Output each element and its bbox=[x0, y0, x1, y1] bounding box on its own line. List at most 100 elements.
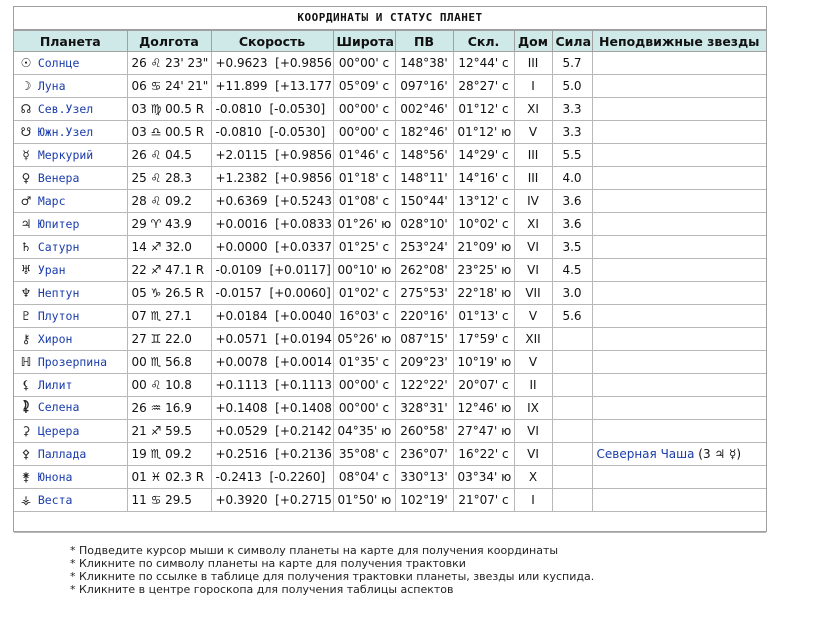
planet-cell: ⚷ Хирон bbox=[14, 327, 128, 351]
col-header-latitude: Широта bbox=[332, 30, 396, 52]
house-cell: X bbox=[513, 465, 553, 489]
planet-link[interactable]: Сев.Узел bbox=[38, 102, 93, 116]
declination-cell: 23°25' ю bbox=[452, 258, 515, 282]
house-cell: I bbox=[513, 74, 553, 98]
longitude-cell: 14 ♐ 32.0 bbox=[126, 235, 212, 259]
strength-cell: 5.6 bbox=[551, 304, 593, 328]
planet-cell: ℍ Прозерпина bbox=[14, 350, 128, 374]
planet-link[interactable]: Сатурн bbox=[38, 240, 80, 254]
table-row: ☿ Меркурий 26 ♌ 04.5 +2.0115 [+0.9856] 01°4… bbox=[14, 143, 766, 167]
table-row: ♄ Сатурн 14 ♐ 32.0 +0.0000 [+0.0337] 01°25'… bbox=[14, 235, 766, 259]
house-cell: III bbox=[513, 166, 553, 190]
declination-cell: 14°29' с bbox=[452, 143, 515, 167]
planet-link[interactable]: Юпитер bbox=[38, 217, 80, 231]
planet-link[interactable]: Хирон bbox=[38, 332, 73, 346]
planet-cell: ☽ Луна bbox=[14, 74, 128, 98]
table-row: ⚵ Юнона 01 ♓ 02.3 R -0.2413 [-0.2260] 08°04… bbox=[14, 465, 766, 489]
declination-cell: 21°07' с bbox=[452, 488, 515, 512]
fixed-stars-cell bbox=[591, 281, 766, 305]
planet-link[interactable]: Селена bbox=[38, 400, 80, 414]
strength-cell bbox=[551, 419, 593, 443]
strength-cell: 4.5 bbox=[551, 258, 593, 282]
planet-link[interactable]: Прозерпина bbox=[38, 355, 107, 369]
speed-cell: -0.0810 [-0.0530] bbox=[210, 97, 334, 121]
strength-cell: 3.6 bbox=[551, 189, 593, 213]
planet-table: Планета Долгота Скорость Широта ПВ Скл. … bbox=[14, 30, 766, 533]
speed-cell: +0.9623 [+0.9856] bbox=[210, 51, 334, 75]
table-row: ⯝ Селена 26 ♒ 16.9 +0.1408 [+0.1408] 00°00'… bbox=[14, 396, 766, 420]
neptune-icon: ♆ bbox=[20, 286, 32, 300]
ra-cell: 236°07' bbox=[394, 442, 454, 466]
declination-cell: 21°09' ю bbox=[452, 235, 515, 259]
longitude-cell: 25 ♌ 28.3 bbox=[126, 166, 212, 190]
saturn-icon: ♄ bbox=[20, 240, 32, 254]
longitude-cell: 00 ♏ 56.8 bbox=[126, 350, 212, 374]
longitude-cell: 29 ♈ 43.9 bbox=[126, 212, 212, 236]
planet-link[interactable]: Марс bbox=[38, 194, 66, 208]
latitude-cell: 01°50' ю bbox=[332, 488, 396, 512]
note-line: * Кликните в центре гороскопа для получе… bbox=[70, 583, 454, 596]
strength-cell: 3.0 bbox=[551, 281, 593, 305]
declination-cell: 01°12' с bbox=[452, 97, 515, 121]
house-cell: I bbox=[513, 488, 553, 512]
house-cell: IV bbox=[513, 189, 553, 213]
declination-cell: 12°46' ю bbox=[452, 396, 515, 420]
planet-cell: ⯝ Селена bbox=[14, 396, 128, 420]
speed-cell: +0.0078 [+0.0014] bbox=[210, 350, 334, 374]
strength-cell: 3.5 bbox=[551, 235, 593, 259]
planet-link[interactable]: Веста bbox=[38, 493, 73, 507]
planet-link[interactable]: Паллада bbox=[38, 447, 86, 461]
declination-cell: 10°02' с bbox=[452, 212, 515, 236]
planet-link[interactable]: Венера bbox=[38, 171, 80, 185]
speed-cell: -0.2413 [-0.2260] bbox=[210, 465, 334, 489]
table-row: ♆ Нептун 05 ♑ 26.5 R -0.0157 [+0.0060] 01°0… bbox=[14, 281, 766, 305]
help-notes: * Подведите курсор мыши к символу планет… bbox=[70, 544, 594, 596]
planet-link[interactable]: Нептун bbox=[38, 286, 80, 300]
speed-cell: -0.0810 [-0.0530] bbox=[210, 120, 334, 144]
ra-cell: 275°53' bbox=[394, 281, 454, 305]
planet-link[interactable]: Юнона bbox=[38, 470, 73, 484]
latitude-cell: 01°35' с bbox=[332, 350, 396, 374]
planet-link[interactable]: Солнце bbox=[38, 56, 80, 70]
planet-link[interactable]: Лилит bbox=[38, 378, 73, 392]
longitude-cell: 26 ♒ 16.9 bbox=[126, 396, 212, 420]
ra-cell: 148°56' bbox=[394, 143, 454, 167]
planet-link[interactable]: Плутон bbox=[38, 309, 80, 323]
declination-cell: 14°16' с bbox=[452, 166, 515, 190]
declination-cell: 22°18' ю bbox=[452, 281, 515, 305]
strength-cell: 5.7 bbox=[551, 51, 593, 75]
fixed-stars-cell bbox=[591, 97, 766, 121]
uranus-icon: ♅ bbox=[20, 263, 32, 277]
ceres-icon: ⚳ bbox=[21, 424, 31, 438]
fixed-stars-cell bbox=[591, 189, 766, 213]
planet-link[interactable]: Меркурий bbox=[38, 148, 93, 162]
planet-link[interactable]: Луна bbox=[38, 79, 66, 93]
ra-cell: 150°44' bbox=[394, 189, 454, 213]
planet-link[interactable]: Церера bbox=[38, 424, 80, 438]
mars-icon: ♂ bbox=[20, 194, 32, 208]
speed-cell: +0.1408 [+0.1408] bbox=[210, 396, 334, 420]
fixed-stars-cell bbox=[591, 373, 766, 397]
speed-cell: +0.1113 [+0.1113] bbox=[210, 373, 334, 397]
declination-cell: 12°44' с bbox=[452, 51, 515, 75]
planet-link[interactable]: Южн.Узел bbox=[38, 125, 93, 139]
table-row: ♇ Плутон 07 ♏ 27.1 +0.0184 [+0.0040] 16°03'… bbox=[14, 304, 766, 328]
col-header-planet: Планета bbox=[14, 30, 128, 52]
longitude-cell: 19 ♏ 09.2 bbox=[126, 442, 212, 466]
planet-cell: ⚶ Веста bbox=[14, 488, 128, 512]
selena-icon: ⯝ bbox=[22, 399, 30, 414]
latitude-cell: 01°08' с bbox=[332, 189, 396, 213]
latitude-cell: 00°00' с bbox=[332, 51, 396, 75]
ra-cell: 148°11' bbox=[394, 166, 454, 190]
planet-cell: ⚳ Церера bbox=[14, 419, 128, 443]
fixed-stars-cell bbox=[591, 465, 766, 489]
fixed-star-link[interactable]: Северная Чаша bbox=[597, 447, 695, 461]
table-row: ☉ Солнце 26 ♌ 23' 23" +0.9623 [+0.9856] 00°… bbox=[14, 51, 766, 75]
ra-cell: 097°16' bbox=[394, 74, 454, 98]
planet-link[interactable]: Уран bbox=[38, 263, 66, 277]
speed-cell: +0.0184 [+0.0040] bbox=[210, 304, 334, 328]
house-cell: XI bbox=[513, 97, 553, 121]
speed-cell: -0.0109 [+0.0117] bbox=[210, 258, 334, 282]
speed-cell: +0.2516 [+0.2136] bbox=[210, 442, 334, 466]
table-row: ♃ Юпитер 29 ♈ 43.9 +0.0016 [+0.0833] 01°26'… bbox=[14, 212, 766, 236]
